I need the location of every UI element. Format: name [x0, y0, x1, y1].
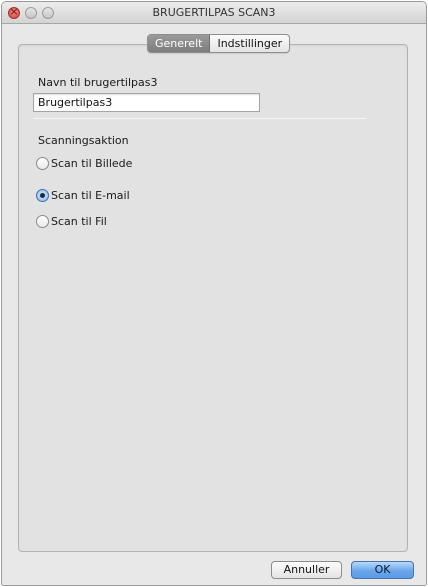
radio-label: Scan til Fil: [51, 215, 107, 228]
radio-button-selected[interactable]: [36, 189, 49, 202]
radio-dot-icon: [40, 193, 45, 198]
radio-option-email[interactable]: Scan til E-mail: [36, 189, 130, 202]
radio-button[interactable]: [36, 215, 49, 228]
ok-button[interactable]: OK: [351, 561, 414, 579]
scan-action-label: Scanningsaktion: [38, 134, 129, 147]
tab-panel: [18, 44, 408, 552]
tab-indstillinger[interactable]: Indstillinger: [210, 35, 289, 52]
tab-bar: Generelt Indstillinger: [147, 34, 291, 53]
radio-option-fil[interactable]: Scan til Fil: [36, 215, 107, 228]
window-title: BRUGERTILPAS SCAN3: [152, 6, 276, 19]
radio-button[interactable]: [36, 157, 49, 170]
tab-generelt[interactable]: Generelt: [148, 35, 211, 52]
title-bar[interactable]: BRUGERTILPAS SCAN3: [2, 2, 426, 24]
cancel-button[interactable]: Annuller: [271, 561, 342, 579]
divider: [33, 118, 366, 119]
radio-label: Scan til Billede: [51, 157, 133, 170]
radio-label: Scan til E-mail: [51, 189, 130, 202]
radio-option-billede[interactable]: Scan til Billede: [36, 157, 132, 170]
name-label: Navn til brugertilpas3: [38, 76, 158, 89]
name-input[interactable]: [33, 93, 260, 112]
